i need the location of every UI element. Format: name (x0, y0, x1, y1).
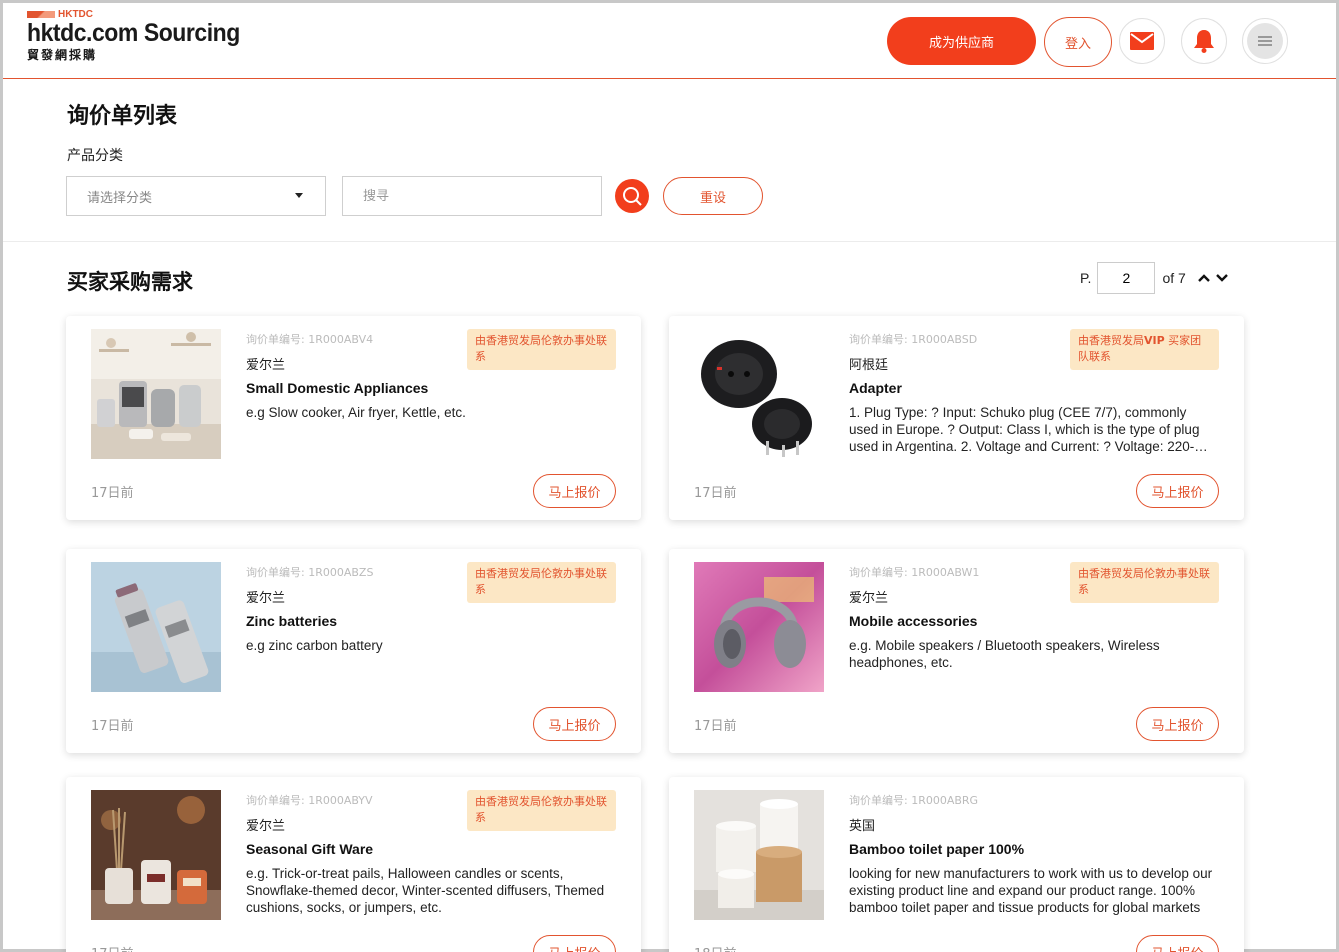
section-title: 买家采购需求 (67, 270, 193, 294)
chevron-down-icon (1215, 274, 1228, 282)
search-icon (623, 187, 642, 206)
bell-icon (1194, 30, 1214, 53)
rfq-title[interactable]: Zinc batteries (246, 613, 337, 629)
category-select[interactable]: 请选择分类 (66, 176, 326, 216)
caret-down-icon (295, 193, 303, 198)
rfq-reference: 询价单编号: 1R000ABZS (246, 566, 374, 579)
avatar (1247, 23, 1283, 59)
search-button[interactable] (615, 179, 649, 213)
buyer-country: 爱尔兰 (246, 358, 286, 373)
logo-title: hktdc.com Sourcing (27, 19, 240, 47)
product-image (91, 790, 221, 920)
rfq-card[interactable]: 询价单编号: 1R000ABYV 爱尔兰 Seasonal Gift Ware … (66, 777, 641, 952)
page-prefix: P. (1080, 270, 1092, 286)
plug-adapter-image (694, 329, 824, 459)
chevron-up-icon (1197, 274, 1210, 282)
product-image (694, 329, 824, 459)
rfq-card[interactable]: 询价单编号: 1R000ABW1 爱尔兰 Mobile accessories … (669, 549, 1244, 753)
product-image (91, 329, 221, 459)
toilet-paper-image (694, 790, 824, 920)
contact-badge: 由香港贸发局伦敦办事处联系 (467, 562, 616, 603)
buyer-country: 英国 (849, 819, 876, 834)
rfq-reference: 询价单编号: 1R000ABYV (246, 794, 373, 807)
product-image (91, 562, 221, 692)
rfq-description: 1. Plug Type: ? Input: Schuko plug (CEE … (849, 405, 1200, 454)
notification-button[interactable] (1181, 18, 1227, 64)
category-select-placeholder: 请选择分类 (87, 190, 153, 206)
site-logo[interactable]: HKTDC hktdc.com Sourcing 貿發網採購 (27, 9, 258, 63)
rfq-title[interactable]: Mobile accessories (849, 613, 977, 629)
rfq-card[interactable]: 询价单编号: 1R000ABZS 爱尔兰 Zinc batteries e.g … (66, 549, 641, 753)
section-divider (3, 241, 1336, 242)
search-input[interactable] (342, 176, 602, 216)
posted-time: 17日前 (91, 719, 134, 734)
rfq-card[interactable]: 询价单编号: 1R000ABRG 英国 Bamboo toilet paper … (669, 777, 1244, 952)
page-next-button[interactable] (1213, 269, 1231, 287)
quote-now-button[interactable]: 马上报价 (533, 935, 616, 952)
rfq-description: e.g zinc carbon battery (246, 638, 383, 653)
rfq-reference: 询价单编号: 1R000ABV4 (246, 333, 374, 346)
product-image (694, 790, 824, 920)
posted-time: 18日前 (694, 943, 737, 952)
reset-button[interactable]: 重设 (663, 177, 763, 215)
rfq-reference: 询价单编号: 1R000ABSD (849, 333, 978, 346)
buyer-country: 阿根廷 (849, 358, 889, 373)
contact-badge: 由香港贸发局VIP 买家团队联系 (1070, 329, 1219, 370)
mail-button[interactable] (1119, 18, 1165, 64)
hktdc-flag-icon (27, 11, 55, 18)
rfq-title[interactable]: Adapter (849, 380, 902, 396)
contact-badge: 由香港贸发局伦敦办事处联系 (467, 790, 616, 831)
buyer-country: 爱尔兰 (246, 591, 286, 606)
rfq-description: e.g Slow cooker, Air fryer, Kettle, etc. (246, 405, 466, 420)
page-total: of 7 (1162, 270, 1186, 286)
hamburger-icon (1258, 36, 1272, 46)
page-number-input[interactable] (1097, 262, 1156, 294)
batteries-image (91, 562, 221, 692)
quote-now-button[interactable]: 马上报价 (1136, 935, 1219, 952)
quote-now-button[interactable]: 马上报价 (533, 707, 616, 741)
posted-time: 17日前 (91, 486, 134, 501)
quote-now-button[interactable]: 马上报价 (533, 474, 616, 508)
buyer-country: 爱尔兰 (246, 819, 286, 834)
headphones-image (694, 562, 824, 692)
quote-now-button[interactable]: 马上报价 (1136, 474, 1219, 508)
posted-time: 17日前 (694, 719, 737, 734)
mail-icon (1130, 32, 1154, 50)
pagination: P. of 7 (1080, 262, 1231, 294)
rfq-title[interactable]: Bamboo toilet paper 100% (849, 841, 1024, 857)
posted-time: 17日前 (694, 486, 737, 501)
page-prev-button[interactable] (1195, 269, 1213, 287)
rfq-reference: 询价单编号: 1R000ABW1 (849, 566, 980, 579)
rfq-description: e.g. Trick-or-treat pails, Halloween can… (246, 866, 605, 915)
user-menu-button[interactable] (1242, 18, 1288, 64)
product-image (694, 562, 824, 692)
contact-badge: 由香港贸发局伦敦办事处联系 (467, 329, 616, 370)
site-header: HKTDC hktdc.com Sourcing 貿發網採購 成为供应商 登入 (3, 3, 1336, 79)
rfq-title[interactable]: Small Domestic Appliances (246, 380, 428, 396)
rfq-description: e.g. Mobile speakers / Bluetooth speaker… (849, 638, 1160, 670)
kitchen-appliances-image (91, 329, 221, 459)
rfq-card[interactable]: 询价单编号: 1R000ABSD 阿根廷 Adapter 1. Plug Typ… (669, 316, 1244, 520)
logo-subtitle: 貿發網採購 (27, 48, 98, 62)
candles-gifts-image (91, 790, 221, 920)
rfq-reference: 询价单编号: 1R000ABRG (849, 794, 979, 807)
become-supplier-button[interactable]: 成为供应商 (887, 17, 1036, 65)
category-label: 产品分类 (67, 148, 123, 164)
quote-now-button[interactable]: 马上报价 (1136, 707, 1219, 741)
rfq-description: looking for new manufacturers to work wi… (849, 866, 1213, 915)
contact-badge: 由香港贸发局伦敦办事处联系 (1070, 562, 1219, 603)
buyer-country: 爱尔兰 (849, 591, 889, 606)
rfq-title[interactable]: Seasonal Gift Ware (246, 841, 373, 857)
page-title: 询价单列表 (67, 104, 178, 129)
login-button[interactable]: 登入 (1044, 17, 1112, 67)
posted-time: 17日前 (91, 943, 134, 952)
rfq-card[interactable]: 询价单编号: 1R000ABV4 爱尔兰 Small Domestic Appl… (66, 316, 641, 520)
